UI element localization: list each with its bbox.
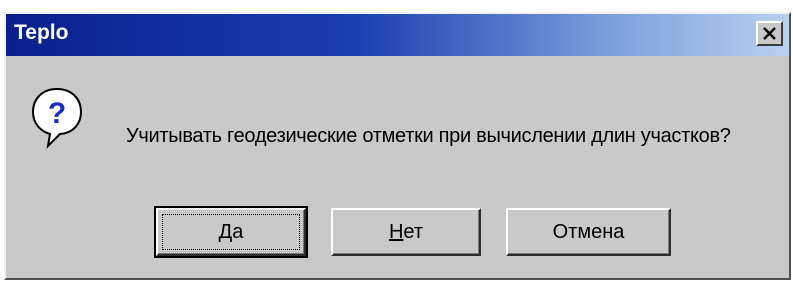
svg-text:?: ? [48,97,66,130]
close-icon [763,27,776,40]
dialog-window: Teplo ? Учитывать геодезические отметки … [4,12,791,280]
question-icon: ? [30,86,84,150]
no-button[interactable]: Нет [331,208,481,256]
title-bar[interactable]: Teplo [6,14,789,56]
yes-button-label: Да [219,221,244,244]
yes-mnemonic: Д [218,220,233,243]
yes-label-rest: а [232,220,244,243]
yes-button[interactable]: Да [154,206,308,258]
dialog-message: Учитывать геодезические отметки при вычи… [126,125,731,147]
cancel-button[interactable]: Отмена [506,208,671,256]
cancel-button-label: Отмена [552,220,625,243]
close-button[interactable] [756,21,783,46]
no-mnemonic: Н [388,220,404,243]
window-title: Teplo [14,21,69,44]
no-label-rest: ет [403,220,424,243]
no-button-label: Нет [389,221,423,244]
